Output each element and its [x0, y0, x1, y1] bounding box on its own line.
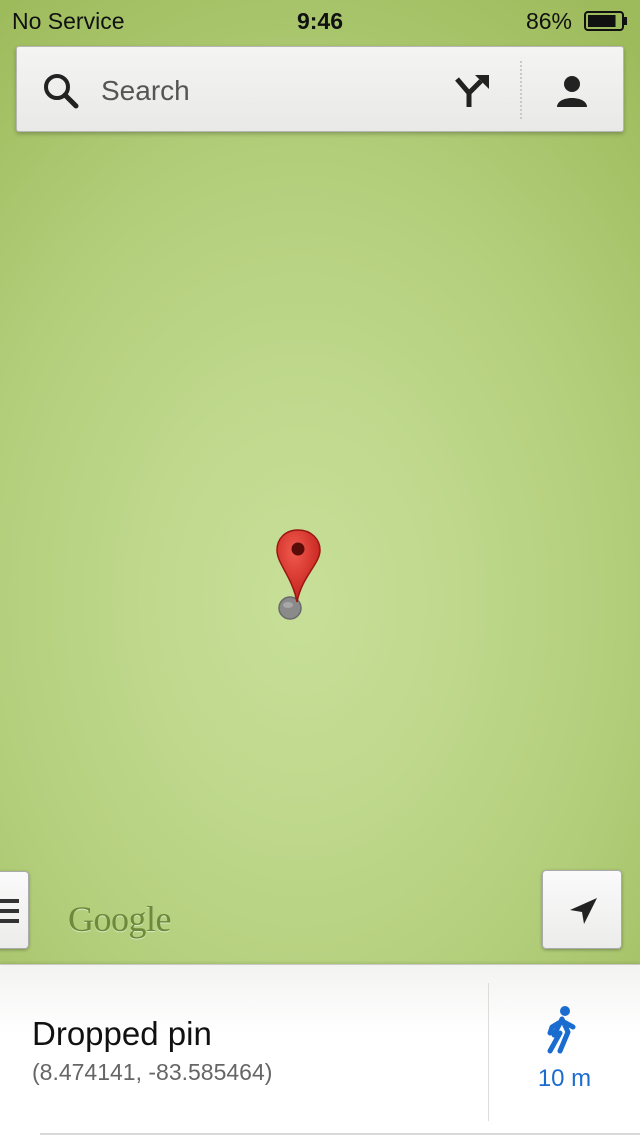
red-map-pin-icon[interactable]: [270, 526, 330, 622]
place-coordinates: (8.474141, -83.585464): [32, 1059, 273, 1085]
menu-icon: [0, 899, 19, 923]
search-divider: [520, 61, 522, 119]
battery-percent: 86%: [525, 8, 572, 34]
battery-icon: [584, 11, 627, 31]
search-bar[interactable]: Search: [16, 46, 624, 132]
walk-distance: 10 m: [537, 1065, 592, 1092]
search-icon[interactable]: [41, 71, 81, 111]
place-title: Dropped pin: [32, 1015, 212, 1052]
side-menu-button[interactable]: [0, 871, 29, 949]
walking-directions-button[interactable]: 10 m: [489, 965, 640, 1137]
my-location-button[interactable]: [542, 870, 622, 949]
google-logo: Google: [68, 899, 171, 939]
status-bar: No Service 9:46 86%: [0, 0, 640, 40]
bottom-rule: [40, 1133, 640, 1135]
search-input[interactable]: Search: [101, 75, 190, 107]
location-arrow-icon: [570, 898, 597, 924]
directions-icon[interactable]: [447, 67, 497, 115]
walking-person-icon: [547, 1006, 576, 1054]
place-sheet[interactable]: Dropped pin (8.474141, -83.585464) 10 m: [0, 964, 640, 1137]
account-icon[interactable]: [547, 67, 597, 115]
map-view[interactable]: [0, 0, 640, 964]
